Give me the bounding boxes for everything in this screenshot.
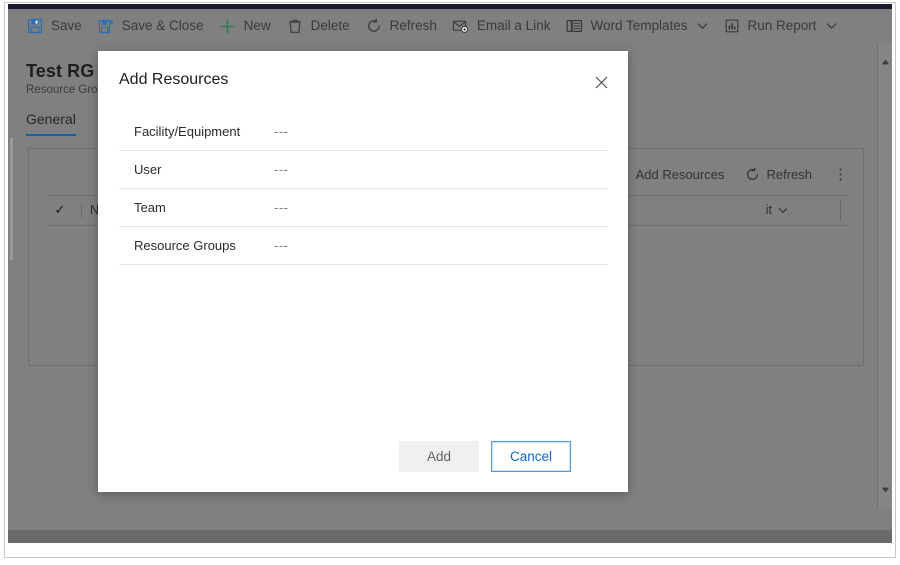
subgrid-refresh-button[interactable]: Refresh [736,162,820,186]
save-and-close-icon [97,17,115,35]
team-field[interactable]: --- [274,200,289,215]
delete-button-label: Delete [310,18,350,34]
resource-groups-field[interactable]: --- [274,238,289,253]
run-report-icon [723,17,741,35]
save-and-close-button-label: Save & Close [121,18,204,34]
overflow-dots-icon: ⋮ [833,166,848,183]
chevron-down-icon[interactable] [778,203,788,217]
column-header-unit[interactable]: it [766,203,788,217]
team-label: Team [134,200,166,215]
dialog-title: Add Resources [119,71,229,88]
plus-icon [219,17,237,35]
left-scrollbar[interactable] [10,138,13,260]
column-separator [81,202,82,218]
chevron-down-icon[interactable] [826,22,837,30]
tab-strip: General [26,111,76,136]
save-button-label: Save [51,18,82,34]
delete-button[interactable]: Delete [282,9,361,43]
refresh-button[interactable]: Refresh [361,9,448,43]
add-resources-button-label: Add Resources [635,166,725,182]
word-templates-button[interactable]: Word Templates [561,9,718,43]
refresh-button-label: Refresh [389,18,437,34]
user-field[interactable]: --- [274,162,289,177]
new-button-label: New [243,18,271,34]
add-resources-dialog: Add Resources Facility/Equipment --- Use… [98,51,628,492]
subgrid-toolbar: Add Resources Refresh ⋮ [628,161,857,187]
add-resources-button[interactable]: Add Resources [628,164,733,185]
status-bar [8,530,892,543]
application-window: Save Save & Close New Delete Refresh Ema… [0,0,900,565]
refresh-icon [365,17,383,35]
subgrid-refresh-button-label: Refresh [766,166,812,182]
word-template-icon [565,17,583,35]
form-row-resource-groups: Resource Groups --- [119,227,608,265]
email-a-link-button-label: Email a Link [476,18,551,34]
form-row-user: User --- [119,151,608,189]
resource-groups-label: Resource Groups [134,238,236,253]
facility-equipment-field[interactable]: --- [274,124,289,139]
select-all-checkbox[interactable]: ✓ [47,202,73,218]
subgrid-overflow-button[interactable]: ⋮ [824,161,857,187]
run-report-button[interactable]: Run Report [719,9,848,43]
run-report-button-label: Run Report [747,18,817,34]
save-floppy-icon [26,17,44,35]
save-and-close-button[interactable]: Save & Close [93,9,215,43]
tab-general[interactable]: General [26,111,76,136]
column-header-unit-label: it [765,203,772,217]
close-icon[interactable] [586,68,616,96]
dialog-footer: Add Cancel [98,441,628,472]
form-row-team: Team --- [119,189,608,227]
vertical-scrollbar[interactable] [877,43,892,507]
user-label: User [134,162,162,177]
page-subtitle: Resource Gro [26,84,98,96]
dialog-form: Facility/Equipment --- User --- Team ---… [119,113,608,265]
column-separator [840,199,841,221]
page-title: Test RG [26,61,95,81]
scroll-up-arrow-icon[interactable] [881,52,890,70]
command-bar: Save Save & Close New Delete Refresh Ema… [8,9,892,43]
trash-icon [286,17,304,35]
save-button[interactable]: Save [22,9,93,43]
facility-equipment-label: Facility/Equipment [134,124,241,139]
word-templates-button-label: Word Templates [590,18,688,34]
add-button[interactable]: Add [399,441,479,472]
email-link-icon [452,17,470,35]
refresh-icon [744,166,760,182]
chevron-down-icon[interactable] [697,22,708,30]
email-a-link-button[interactable]: Email a Link [448,9,562,43]
cancel-button[interactable]: Cancel [491,441,571,472]
new-button[interactable]: New [215,9,282,43]
tab-general-label: General [26,111,76,127]
scroll-down-arrow-icon[interactable] [881,480,890,498]
form-row-facility-equipment: Facility/Equipment --- [119,113,608,151]
